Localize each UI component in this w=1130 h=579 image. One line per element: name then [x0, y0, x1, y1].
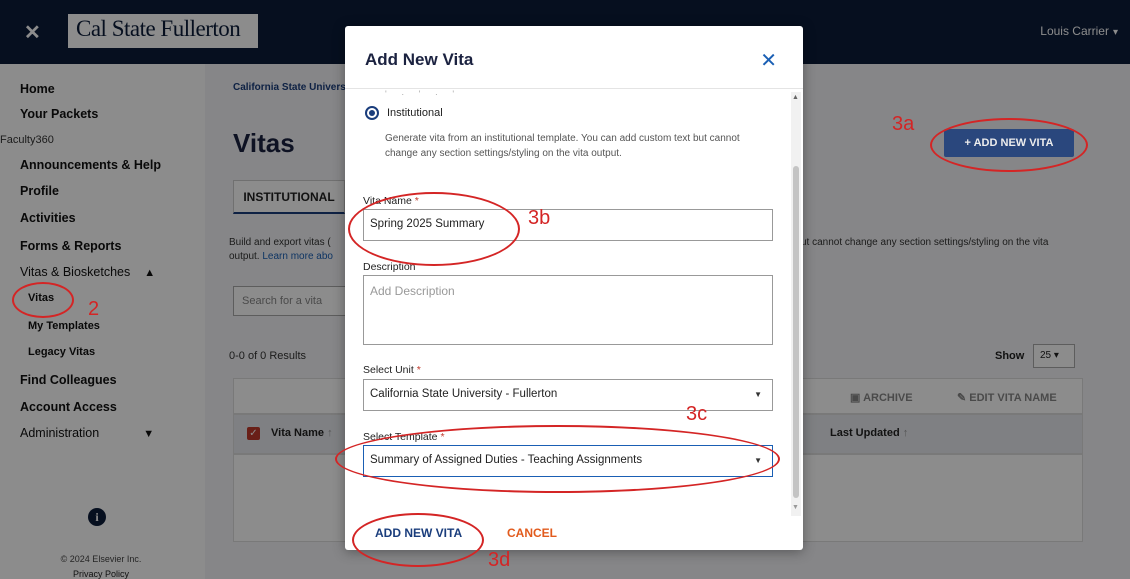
annotation-circle-vita-name: [348, 192, 520, 266]
dialog-scrollbar[interactable]: ▲ ▼: [791, 92, 801, 516]
annotation-circle-template: [335, 425, 780, 493]
cancel-button[interactable]: CANCEL: [507, 526, 557, 540]
unit-label-text: Select Unit: [363, 364, 414, 376]
annotation-circle-submit: [352, 513, 484, 567]
annotation-circle-vitas: [12, 282, 74, 318]
caret-down-icon: ▼: [754, 390, 762, 399]
institutional-radio[interactable]: [365, 106, 379, 120]
annotation-circle-add-new: [930, 118, 1088, 172]
annotation-label-3b: 3b: [528, 207, 551, 229]
scroll-up-icon[interactable]: ▲: [792, 94, 799, 101]
description-textarea[interactable]: Add Description: [363, 275, 773, 345]
institutional-radio-label: Institutional: [387, 107, 443, 119]
close-icon[interactable]: ✕: [760, 48, 777, 73]
dialog-title: Add New Vita: [365, 50, 474, 69]
annotation-label-2: 2: [88, 298, 100, 320]
annotation-label-3c: 3c: [686, 403, 708, 425]
unit-label: Select Unit *: [363, 364, 421, 376]
institutional-description: Generate vita from an institutional temp…: [385, 133, 740, 159]
scroll-down-icon[interactable]: ▼: [792, 504, 799, 511]
unit-select[interactable]: California State University - Fullerton ▼: [363, 379, 773, 411]
annotation-label-3d: 3d: [488, 549, 511, 571]
unit-select-value: California State University - Fullerton: [370, 388, 558, 400]
scrollbar-thumb[interactable]: [793, 166, 799, 498]
required-marker: *: [416, 364, 421, 376]
annotation-label-3a: 3a: [892, 113, 915, 135]
scrolled-content-hint: ' · ' · ': [385, 89, 461, 99]
